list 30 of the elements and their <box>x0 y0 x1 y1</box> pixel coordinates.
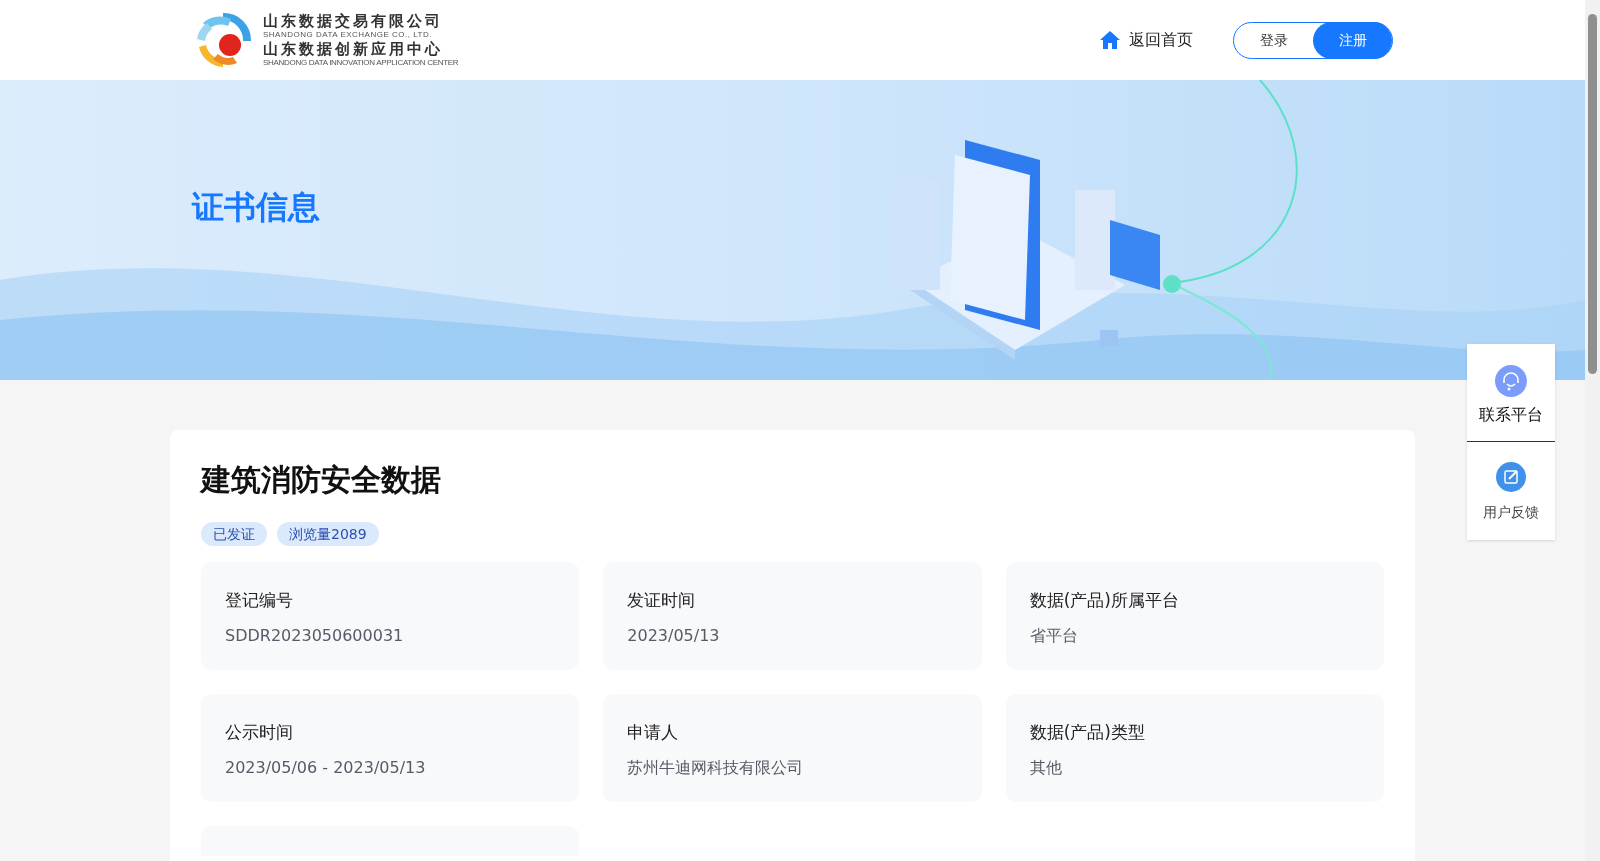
field-value: 苏州牛迪网科技有限公司 <box>627 756 805 779</box>
logo-text: 山东数据交易有限公司 <box>263 13 444 29</box>
dataset-title: 建筑消防安全数据 <box>201 461 442 499</box>
tag: 浏览量2089 <box>277 522 379 546</box>
scrollbar-thumb[interactable] <box>1588 14 1597 374</box>
field-label: 公示时间 <box>225 721 294 744</box>
field-value: 2023/05/13 <box>627 624 721 647</box>
logo-subtitle: SHANDONG DATA EXCHANGE CO., LTD. <box>263 30 433 39</box>
home-icon <box>1099 30 1121 50</box>
field-label: 登记编号 <box>225 589 294 612</box>
field-value: SDDR2023050600031 <box>225 624 405 647</box>
logo-subtitle: SHANDONG DATA INNOVATION APPLICATION CENTER <box>263 58 459 67</box>
field-value: 2023/05/06 - 2023/05/13 <box>225 756 427 779</box>
feedback-button[interactable]: 用户反馈 <box>1467 442 1555 540</box>
field-label: 数据(产品)所属平台 <box>1029 589 1180 612</box>
field-label: 数据(产品)类型 <box>1029 721 1146 744</box>
contact-button[interactable]: 联系平台 <box>1467 344 1555 442</box>
field-value: 省平台 <box>1029 624 1079 647</box>
edit-icon <box>1496 462 1526 492</box>
field-label: 发证时间 <box>627 589 697 612</box>
register-button[interactable]: 注册 <box>1313 21 1392 59</box>
field-value: 其他 <box>1029 756 1063 779</box>
field-label: 申请人 <box>627 721 680 744</box>
home-link[interactable]: 返回首页 <box>1099 28 1193 52</box>
login-button[interactable]: 登录 <box>1234 21 1313 59</box>
scrollbar[interactable] <box>1585 0 1600 861</box>
headset-icon <box>1495 365 1527 397</box>
page-title: 证书信息 <box>192 187 320 228</box>
tag: 已发证 <box>201 522 267 546</box>
logo-text: 山东数据创新应用中心 <box>263 41 444 57</box>
